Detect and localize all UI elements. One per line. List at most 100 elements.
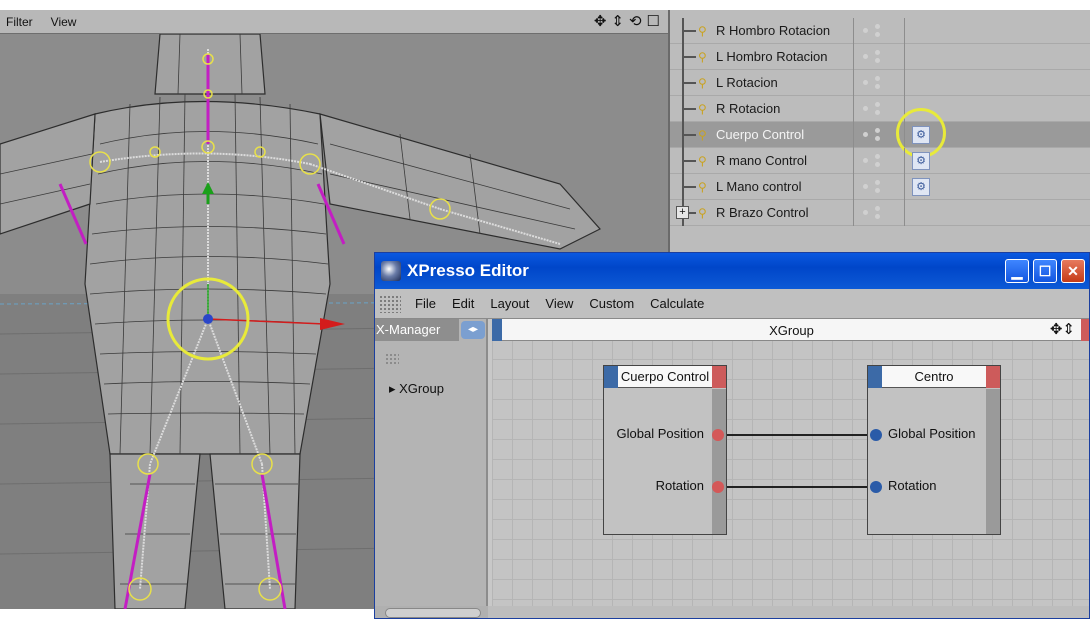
visibility-dot[interactable] <box>863 210 868 215</box>
visibility-dot[interactable] <box>875 84 880 89</box>
object-row[interactable]: ⚲ L Rotacion <box>670 70 1090 96</box>
object-name[interactable]: R Brazo Control <box>716 205 808 220</box>
node-cuerpo-control[interactable]: Cuerpo Control Global Position Rotation <box>603 365 727 535</box>
menu-custom[interactable]: Custom <box>581 296 642 311</box>
viewport-menubar: Filter View ✥ ⇕ ⟲ ☐ <box>0 10 668 34</box>
minimize-button[interactable]: ▁ <box>1005 259 1029 283</box>
port-label-global-position: Global Position <box>616 426 704 441</box>
visibility-dot[interactable] <box>863 28 868 33</box>
viewport-menu-view[interactable]: View <box>51 15 77 29</box>
column-divider <box>853 96 854 122</box>
object-row[interactable]: ⚲ L Hombro Rotacion <box>670 44 1090 70</box>
object-name[interactable]: R Hombro Rotacion <box>716 23 830 38</box>
null-object-icon: ⚲ <box>698 50 707 64</box>
visibility-dots-icon[interactable] <box>863 206 893 220</box>
expand-arrow-icon[interactable]: ▸ <box>389 381 399 396</box>
xpresso-tag-icon[interactable]: ⚙ <box>912 152 930 170</box>
viewport-nav-icons: ✥ ⇕ ⟲ ☐ <box>594 12 660 30</box>
xpresso-app-icon <box>381 261 401 281</box>
object-row[interactable]: ⚲ R Rotacion <box>670 96 1090 122</box>
xpresso-titlebar[interactable]: XPresso Editor ▁ ☐ ✕ <box>375 253 1089 289</box>
visibility-dot[interactable] <box>875 154 880 159</box>
maximize-button[interactable]: ☐ <box>1033 259 1057 283</box>
menu-file[interactable]: File <box>407 296 444 311</box>
visibility-dots-icon[interactable] <box>863 24 893 38</box>
visibility-dot[interactable] <box>863 132 868 137</box>
object-name[interactable]: R Rotacion <box>716 101 780 116</box>
visibility-dots-icon[interactable] <box>863 102 893 116</box>
object-row[interactable]: ⚲ R mano Control ⚙ <box>670 148 1090 174</box>
visibility-dots-icon[interactable] <box>863 76 893 90</box>
visibility-dots-icon[interactable] <box>863 154 893 168</box>
expand-icon[interactable]: + <box>676 206 689 219</box>
tab-scroll-arrows-icon[interactable]: ◂▸ <box>461 321 485 339</box>
visibility-dot[interactable] <box>863 54 868 59</box>
input-port-global-position[interactable] <box>870 429 882 441</box>
object-name[interactable]: L Rotacion <box>716 75 778 90</box>
xpresso-editor-window[interactable]: XPresso Editor ▁ ☐ ✕ File Edit Layout Vi… <box>374 252 1090 619</box>
node-title: Cuerpo Control <box>620 369 710 384</box>
output-port-rotation[interactable] <box>712 481 724 493</box>
object-row[interactable]: ⚲ L Mano control ⚙ <box>670 174 1090 200</box>
scale-icon[interactable]: ⇕ <box>611 12 624 30</box>
viewport-menu-filter[interactable]: Filter <box>6 15 33 29</box>
visibility-dot[interactable] <box>863 158 868 163</box>
menu-layout[interactable]: Layout <box>482 296 537 311</box>
visibility-dot[interactable] <box>875 206 880 211</box>
visibility-dot[interactable] <box>875 58 880 63</box>
x-manager-scrollbar[interactable] <box>375 606 488 618</box>
tree-branch <box>682 30 696 32</box>
column-divider <box>904 122 905 148</box>
node-input-port[interactable] <box>604 366 618 388</box>
scrollbar-thumb[interactable] <box>385 608 481 618</box>
node-output-port[interactable] <box>986 366 1000 388</box>
visibility-dot[interactable] <box>863 80 868 85</box>
visibility-dot[interactable] <box>875 136 880 141</box>
object-name[interactable]: Cuerpo Control <box>716 127 804 142</box>
visibility-dots-icon[interactable] <box>863 128 893 142</box>
node-input-port[interactable] <box>868 366 882 388</box>
visibility-dot[interactable] <box>863 106 868 111</box>
input-port-rotation[interactable] <box>870 481 882 493</box>
output-port-global-position[interactable] <box>712 429 724 441</box>
x-manager-item[interactable]: ▸ XGroup <box>389 381 444 397</box>
visibility-dot[interactable] <box>875 128 880 133</box>
xpresso-tag-icon[interactable]: ⚙ <box>912 178 930 196</box>
xpresso-tag-icon[interactable]: ⚙ <box>912 126 930 144</box>
node-header[interactable]: Centro <box>868 366 1000 388</box>
x-manager-tab[interactable]: X-Manager <box>375 319 459 341</box>
object-name[interactable]: L Hombro Rotacion <box>716 49 828 64</box>
close-button[interactable]: ✕ <box>1061 259 1085 283</box>
xgroup-graph-view[interactable]: XGroup ✥⇕ Cuerpo Control Global Position… <box>492 319 1089 606</box>
visibility-dot[interactable] <box>875 102 880 107</box>
object-row[interactable]: + ⚲ R Brazo Control <box>670 200 1090 226</box>
visibility-dot[interactable] <box>875 180 880 185</box>
node-output-port[interactable] <box>712 366 726 388</box>
visibility-dot[interactable] <box>875 24 880 29</box>
object-row[interactable]: ⚲ R Hombro Rotacion <box>670 18 1090 44</box>
node-centro[interactable]: Centro Global Position Rotation <box>867 365 1001 535</box>
visibility-dot[interactable] <box>875 110 880 115</box>
visibility-dot[interactable] <box>875 50 880 55</box>
graph-bottom-bar <box>488 606 1089 618</box>
maximize-icon[interactable]: ☐ <box>647 12 660 30</box>
visibility-dot[interactable] <box>875 32 880 37</box>
menu-calculate[interactable]: Calculate <box>642 296 712 311</box>
visibility-dots-icon[interactable] <box>863 180 893 194</box>
null-object-icon: ⚲ <box>698 206 707 220</box>
x-manager-panel: X-Manager ◂▸ ▸ XGroup <box>375 319 488 606</box>
visibility-dot[interactable] <box>875 188 880 193</box>
rotate-icon[interactable]: ⟲ <box>629 12 642 30</box>
object-row[interactable]: ⚲ Cuerpo Control ⚙ <box>670 108 1090 158</box>
visibility-dot[interactable] <box>863 184 868 189</box>
visibility-dot[interactable] <box>875 214 880 219</box>
object-name[interactable]: L Mano control <box>716 179 802 194</box>
object-name[interactable]: R mano Control <box>716 153 807 168</box>
visibility-dots-icon[interactable] <box>863 50 893 64</box>
menu-edit[interactable]: Edit <box>444 296 482 311</box>
node-header[interactable]: Cuerpo Control <box>604 366 726 388</box>
move-icon[interactable]: ✥ <box>594 12 607 30</box>
visibility-dot[interactable] <box>875 162 880 167</box>
menu-view[interactable]: View <box>537 296 581 311</box>
visibility-dot[interactable] <box>875 76 880 81</box>
